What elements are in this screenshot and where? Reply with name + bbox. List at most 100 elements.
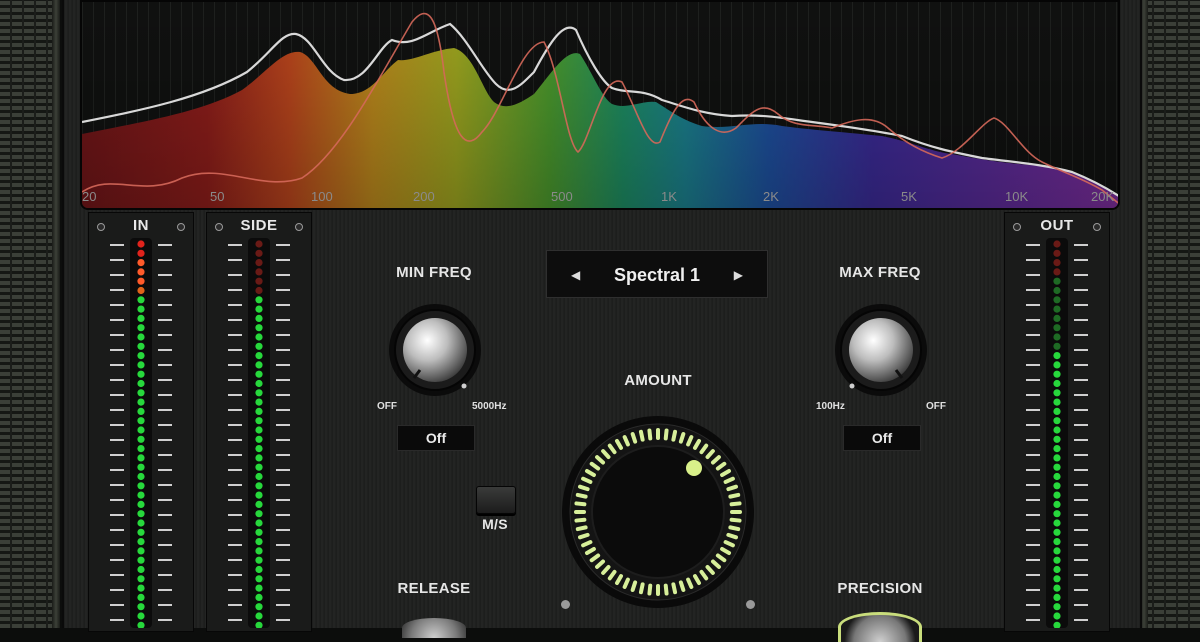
- meter-tick: [158, 499, 172, 501]
- amount-ring-segment: [673, 432, 675, 440]
- meter-tick: [158, 349, 172, 351]
- max-freq-value[interactable]: Off: [843, 425, 921, 451]
- led: [1053, 361, 1060, 368]
- meter-tick: [110, 409, 124, 411]
- freq-label-500: 500: [551, 189, 573, 204]
- min-freq-knob[interactable]: [380, 304, 490, 400]
- meter-tick: [228, 469, 242, 471]
- led: [137, 343, 144, 350]
- meter-tick: [228, 619, 242, 621]
- led: [255, 361, 262, 368]
- meter-tick: [110, 589, 124, 591]
- meter-tick: [110, 424, 124, 426]
- meter-tick: [1074, 559, 1088, 561]
- ms-toggle-button[interactable]: [476, 486, 516, 514]
- meter-tick: [1074, 604, 1088, 606]
- meter-tick: [1026, 364, 1040, 366]
- amount-ring-segment: [633, 434, 635, 442]
- led: [137, 622, 144, 628]
- led: [137, 268, 144, 275]
- led: [137, 445, 144, 452]
- led: [1053, 259, 1060, 266]
- led: [255, 324, 262, 331]
- meter-tick: [158, 274, 172, 276]
- triangle-right-icon[interactable]: ▶: [734, 251, 743, 299]
- meter-tick: [110, 274, 124, 276]
- led: [137, 492, 144, 499]
- led: [1053, 464, 1060, 471]
- led: [137, 361, 144, 368]
- amount-label: AMOUNT: [600, 372, 716, 389]
- freq-label-20k: 20K: [1091, 189, 1114, 204]
- amount-knob[interactable]: [558, 412, 758, 612]
- meter-tick: [228, 274, 242, 276]
- led: [1053, 566, 1060, 573]
- led: [1053, 399, 1060, 406]
- meter-tick: [158, 604, 172, 606]
- out-led-meter: [1046, 238, 1068, 628]
- meter-tick: [1026, 244, 1040, 246]
- led: [255, 585, 262, 592]
- precision-knob[interactable]: [838, 612, 922, 642]
- led: [137, 482, 144, 489]
- meter-tick: [110, 364, 124, 366]
- led: [1053, 622, 1060, 628]
- led: [1053, 436, 1060, 443]
- amount-ring-segment: [576, 503, 584, 504]
- meter-tick: [1074, 364, 1088, 366]
- out-ticks-right: [1074, 240, 1088, 628]
- led: [255, 566, 262, 573]
- led: [1053, 417, 1060, 424]
- in-led-meter: [130, 238, 152, 628]
- meter-tick: [228, 574, 242, 576]
- max-freq-range-high: OFF: [926, 401, 946, 412]
- led: [255, 436, 262, 443]
- meter-tick: [1074, 574, 1088, 576]
- led: [1053, 575, 1060, 582]
- meter-tick: [228, 439, 242, 441]
- release-knob[interactable]: [402, 618, 466, 638]
- meter-tick: [276, 604, 290, 606]
- meter-tick: [158, 454, 172, 456]
- min-freq-value[interactable]: Off: [397, 425, 475, 451]
- amount-min-dot: [561, 600, 570, 609]
- amount-ring-segment: [730, 495, 738, 497]
- meter-tick: [1026, 514, 1040, 516]
- meter-tick: [158, 319, 172, 321]
- meter-tick: [276, 259, 290, 261]
- meter-tick: [1074, 274, 1088, 276]
- led: [1053, 510, 1060, 517]
- led: [255, 240, 262, 247]
- meter-tick: [228, 334, 242, 336]
- freq-label-20: 20: [82, 189, 96, 204]
- amount-ring-segment: [578, 495, 586, 497]
- meter-tick: [158, 544, 172, 546]
- meter-tick: [228, 319, 242, 321]
- meter-tick: [158, 469, 172, 471]
- led: [1053, 380, 1060, 387]
- amount-ring-segment: [633, 582, 635, 590]
- meter-tick: [1074, 394, 1088, 396]
- meter-tick: [276, 364, 290, 366]
- meter-tick: [1026, 484, 1040, 486]
- meter-tick: [158, 394, 172, 396]
- meter-tick: [1074, 499, 1088, 501]
- led: [255, 622, 262, 628]
- meter-tick: [276, 619, 290, 621]
- max-freq-knob[interactable]: [826, 304, 936, 400]
- meter-tick: [158, 424, 172, 426]
- led: [1053, 557, 1060, 564]
- meter-tick: [1026, 349, 1040, 351]
- meter-tick: [158, 559, 172, 561]
- meter-tick: [158, 439, 172, 441]
- led: [137, 315, 144, 322]
- screw-icon: [97, 223, 105, 231]
- meter-tick: [110, 574, 124, 576]
- meter-tick: [1026, 439, 1040, 441]
- right-speaker-grille: [1142, 0, 1200, 628]
- amount-ring-segment: [666, 430, 667, 438]
- meter-tick: [110, 559, 124, 561]
- led: [255, 445, 262, 452]
- led: [137, 352, 144, 359]
- meter-tick: [1074, 409, 1088, 411]
